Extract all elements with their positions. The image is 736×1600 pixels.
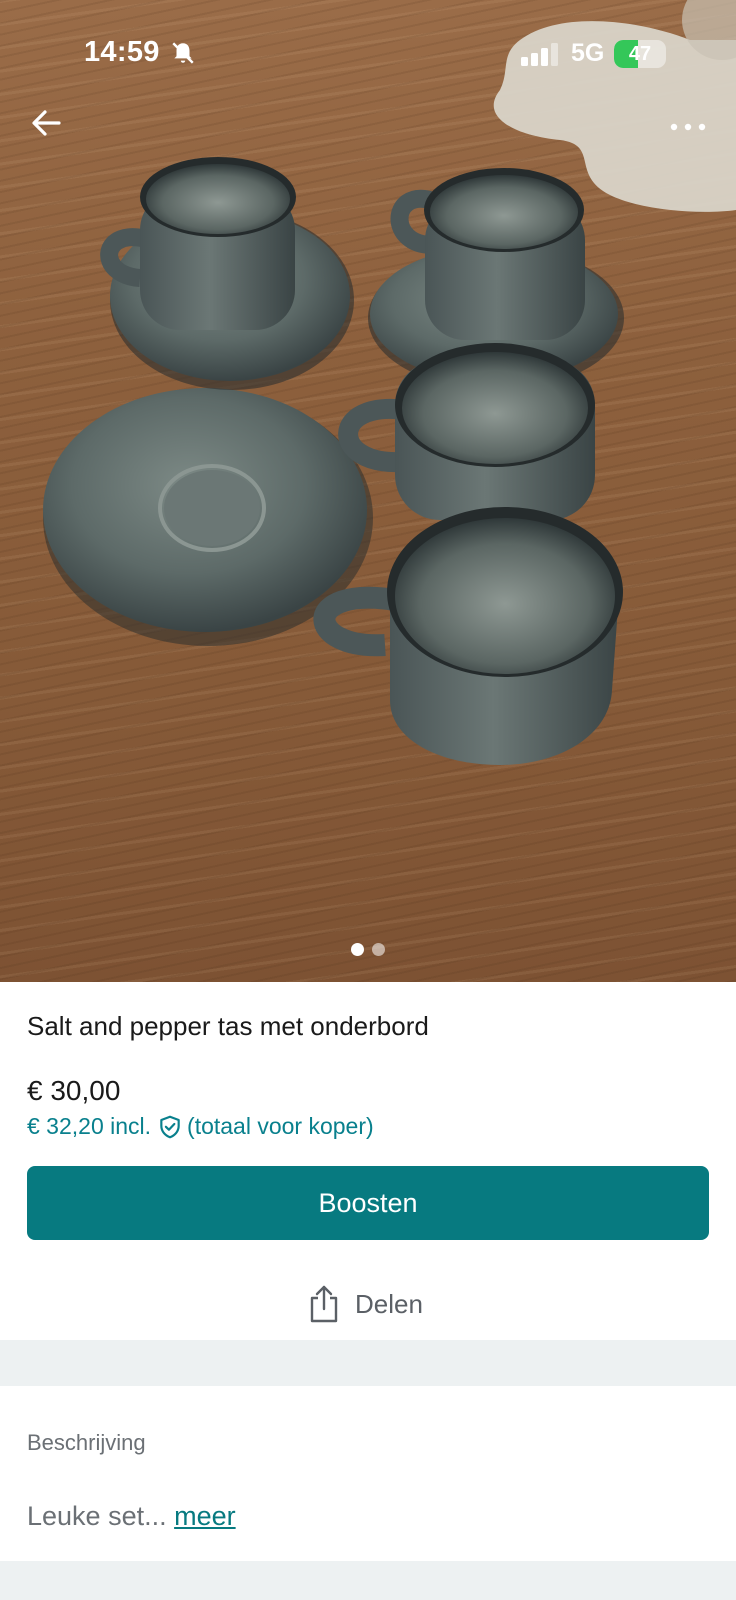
arrow-left-icon[interactable] — [28, 104, 66, 142]
status-time: 14:59 — [84, 36, 160, 68]
price-incl-line[interactable]: € 32,20 incl. (totaal voor koper) — [27, 1113, 374, 1140]
status-bar: 14:59 5G 47 — [0, 0, 736, 90]
share-icon — [310, 1285, 338, 1323]
share-button[interactable]: Delen — [307, 1282, 423, 1326]
gallery-dot-active[interactable] — [351, 943, 364, 956]
listing-title: Salt and pepper tas met onderbord — [27, 1011, 429, 1041]
battery-indicator: 47 — [614, 40, 666, 68]
description-label: Beschrijving — [27, 1430, 146, 1455]
battery-percent: 47 — [628, 43, 652, 65]
listing-price: € 30,00 — [27, 1075, 121, 1106]
ellipsis-icon[interactable] — [668, 112, 708, 142]
price-incl-suffix: (totaal voor koper) — [187, 1113, 374, 1139]
gallery-dot[interactable] — [372, 943, 385, 956]
boost-button[interactable]: Boosten — [27, 1166, 709, 1240]
description-more-link[interactable]: meer — [174, 1501, 236, 1531]
bell-slash-icon — [172, 42, 194, 64]
cups-illustration — [43, 0, 736, 765]
share-label: Delen — [355, 1288, 423, 1319]
section-divider — [0, 1340, 736, 1386]
signal-bars-icon — [521, 43, 558, 66]
shield-check-icon — [160, 1115, 180, 1138]
description-snippet: Leuke set... — [27, 1501, 167, 1531]
product-photo[interactable]: 14:59 5G 47 — [0, 0, 736, 982]
gallery-pagination — [0, 943, 736, 957]
price-incl-amount: € 32,20 incl. — [27, 1113, 152, 1139]
network-type: 5G — [571, 39, 605, 67]
section-divider-bottom — [0, 1561, 736, 1600]
description-text: Leuke set... meer — [27, 1501, 236, 1532]
